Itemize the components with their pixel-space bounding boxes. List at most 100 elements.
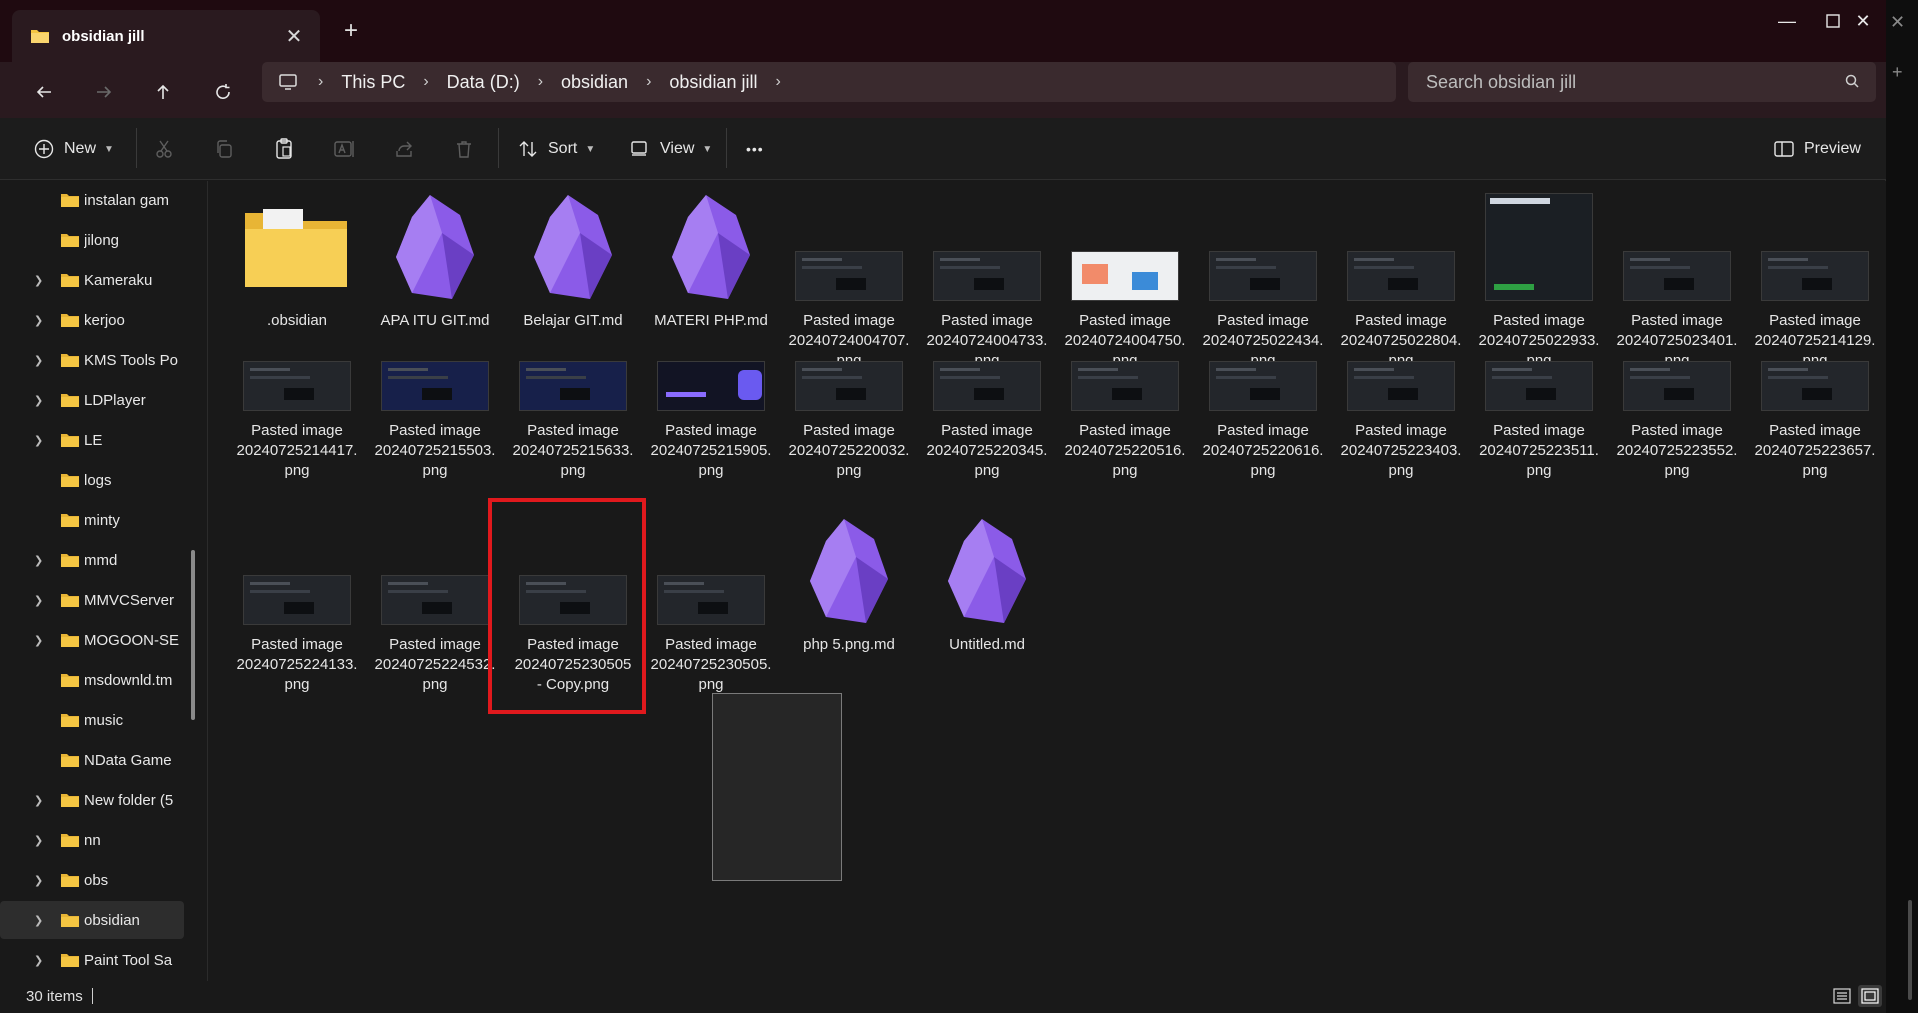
file-item[interactable]: Pasted image 20240725223403. png [1336,317,1466,481]
image-thumbnail [1623,361,1731,411]
sidebar-item[interactable]: ❯ obsidian [0,901,184,939]
file-item[interactable]: Pasted image 20240725224532. png [370,505,500,695]
chevron-right-icon[interactable]: ❯ [34,874,43,887]
refresh-icon [216,84,230,99]
file-item[interactable]: Pasted image 20240725215503. png [370,317,500,481]
sidebar-item-label: nn [84,831,101,849]
sidebar-item-label: instalan gam [84,191,170,209]
file-item[interactable]: Pasted image 20240725220345. png [922,317,1052,481]
file-item[interactable]: Pasted image 20240725215905. png [646,317,776,481]
file-item[interactable]: Pasted image 20240725230505. png [646,505,776,695]
file-item[interactable]: Pasted image 20240725220616. png [1198,317,1328,481]
chevron-right-icon[interactable]: ❯ [34,914,43,927]
arrow-right-icon [97,86,112,98]
back-button[interactable] [24,72,64,112]
sidebar-item[interactable]: ❯ MMVCServer [0,581,184,619]
search-box[interactable]: Search obsidian jill [1408,62,1876,102]
chevron-right-icon[interactable]: ❯ [34,634,43,647]
chevron-right-icon[interactable]: ❯ [34,314,43,327]
chevron-right-icon[interactable]: ❯ [34,794,43,807]
chevron-right-icon[interactable]: ❯ [34,434,43,447]
sidebar-item[interactable]: ❯ New folder (5 [0,781,184,819]
sidebar-item[interactable]: ❯ Kameraku [0,261,184,299]
more-options-button[interactable]: ••• [746,131,764,167]
sidebar-item-label: LE [84,431,103,449]
large-icons-view-button[interactable] [1858,985,1882,1007]
file-item[interactable]: Pasted image 20240725223511. png [1474,317,1604,481]
sort-button[interactable]: Sort ▼ [518,131,595,167]
file-item[interactable]: Pasted image 20240725223552. png [1612,317,1742,481]
address-bar[interactable]: › This PC › Data (D:) › obsidian › obsid… [262,62,1396,102]
up-button[interactable] [143,72,183,112]
tab-obsidian-jill[interactable]: obsidian jill ✕ [12,10,320,62]
sidebar-item[interactable]: ❯ Paint Tool Sa [0,941,184,979]
delete-button[interactable] [454,131,474,167]
sidebar-item[interactable]: instalan gam [0,181,184,219]
sidebar-item[interactable]: jilong [0,221,184,259]
file-name-line: 20240725223511. [1479,442,1599,459]
sidebar-item[interactable]: ❯ kerjoo [0,301,184,339]
chevron-right-icon[interactable]: › [775,73,780,91]
chevron-right-icon[interactable]: ❯ [34,834,43,847]
close-window-button[interactable]: ✕ [1840,6,1886,36]
paste-button[interactable] [274,131,294,167]
sidebar-item[interactable]: NData Game [0,741,184,779]
sidebar-item[interactable]: ❯ LE [0,421,184,459]
refresh-button[interactable] [203,72,243,112]
chevron-right-icon[interactable]: ❯ [34,394,43,407]
file-item[interactable]: Pasted image 20240725223657. png [1750,317,1880,481]
file-name-line: Pasted image [803,422,895,439]
file-item[interactable]: Pasted image 20240725224133. png [232,505,362,695]
chevron-right-icon[interactable]: ❯ [34,354,43,367]
sidebar-item[interactable]: music [0,701,184,739]
new-tab-button[interactable]: + [336,17,366,45]
sidebar-item[interactable]: ❯ nn [0,821,184,859]
file-item[interactable]: Pasted image 20240725215633. png [508,317,638,481]
sidebar-item[interactable]: ❯ mmd [0,541,184,579]
new-button[interactable]: New ▼ [34,131,114,167]
sidebar-item-label: obs [84,871,109,889]
chevron-right-icon[interactable]: ❯ [34,594,43,607]
sidebar-item[interactable]: ❯ obs [0,861,184,899]
file-item[interactable]: Pasted image 20240725220032. png [784,317,914,481]
folder-icon [61,234,79,247]
file-item[interactable]: Pasted image 20240725214417. png [232,317,362,481]
file-item[interactable]: php 5.png.md [784,505,914,655]
view-button[interactable]: View ▼ [630,131,712,167]
share-button[interactable] [394,131,414,167]
cut-button[interactable] [154,131,174,167]
sidebar-scrollbar[interactable] [191,550,195,720]
file-name-line: 20240725224532. [374,656,496,673]
sidebar-item[interactable]: ❯ MOGOON-SE [0,621,184,659]
file-name-line: Pasted image [1493,422,1585,439]
details-view-button[interactable] [1830,985,1854,1007]
breadcrumb-this-pc[interactable]: This PC [341,72,405,93]
forward-button[interactable] [84,72,124,112]
rename-button[interactable] [334,131,356,167]
sidebar-item[interactable]: minty [0,501,184,539]
sidebar-item[interactable]: ❯ LDPlayer [0,381,184,419]
chevron-right-icon[interactable]: ❯ [34,554,43,567]
minimize-button[interactable]: — [1764,6,1810,36]
file-item[interactable]: Untitled.md [922,505,1052,655]
breadcrumb-obsidian-jill[interactable]: obsidian jill [669,72,757,93]
file-name-line: 20240725220516. [1064,442,1186,459]
preview-pane-button[interactable]: Preview [1774,131,1861,167]
folder-icon [61,914,79,927]
sidebar-item[interactable]: logs [0,461,184,499]
sidebar-item[interactable]: msdownld.tm [0,661,184,699]
status-divider [92,988,93,1004]
breadcrumb-obsidian[interactable]: obsidian [561,72,628,93]
chevron-right-icon[interactable]: ❯ [34,954,43,967]
file-name-line: png [698,676,724,693]
sort-label: Sort [548,140,578,157]
file-name-line: png [836,462,862,479]
chevron-right-icon[interactable]: ❯ [34,274,43,287]
breadcrumb-data-d[interactable]: Data (D:) [447,72,520,93]
tab-close-icon[interactable]: ✕ [282,24,306,49]
file-name-line: png [422,462,448,479]
sidebar-item[interactable]: ❯ KMS Tools Po [0,341,184,379]
file-item[interactable]: Pasted image 20240725220516. png [1060,317,1190,481]
image-thumbnail [1347,361,1455,411]
copy-button[interactable] [214,131,234,167]
